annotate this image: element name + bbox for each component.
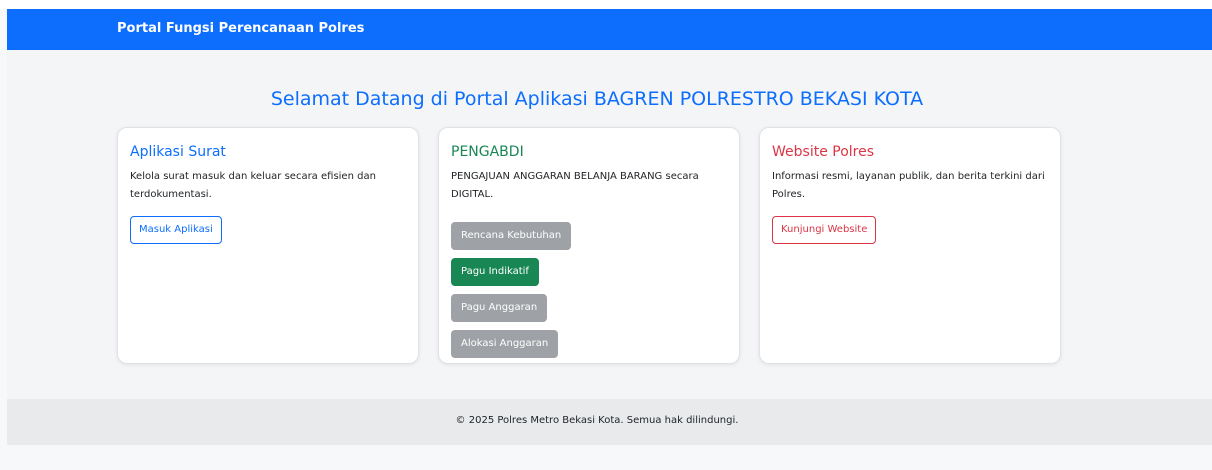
masuk-aplikasi-button[interactable]: Masuk Aplikasi [130,216,222,244]
pagu-indikatif-button[interactable]: Pagu Indikatif [451,258,539,286]
card-pengabdi: PENGABDI PENGAJUAN ANGGARAN BELANJA BARA… [438,127,740,364]
card-aplikasi-surat: Aplikasi Surat Kelola surat masuk dan ke… [117,127,419,364]
alokasi-anggaran-button[interactable]: Alokasi Anggaran [451,330,559,358]
pagu-anggaran-button[interactable]: Pagu Anggaran [451,294,548,322]
card-text: PENGAJUAN ANGGARAN BELANJA BARANG secara… [451,171,699,200]
footer-copyright: © 2025 Polres Metro Bekasi Kota. Semua h… [455,415,739,426]
card-website-polres: Website Polres Informasi resmi, layanan … [759,127,1061,364]
main-content: Selamat Datang di Portal Aplikasi BAGREN… [7,50,1212,399]
page: Portal Fungsi Perencanaan Polres Selamat… [0,0,1212,470]
card-title: PENGABDI [451,144,524,160]
welcome-heading: Selamat Datang di Portal Aplikasi BAGREN… [270,88,924,110]
top-strip [0,0,1212,9]
bottom-spacer [0,445,1212,470]
card-title: Aplikasi Surat [130,144,226,160]
navbar-brand[interactable]: Portal Fungsi Perencanaan Polres [117,21,364,36]
navbar: Portal Fungsi Perencanaan Polres [7,9,1212,50]
rencana-kebutuhan-button[interactable]: Rencana Kebutuhan [451,222,572,250]
card-text: Kelola surat masuk dan keluar secara efi… [130,171,376,200]
footer: © 2025 Polres Metro Bekasi Kota. Semua h… [7,399,1212,445]
card-title: Website Polres [772,144,875,160]
pengabdi-button-group: Rencana Kebutuhan Pagu Indikatif Pagu An… [451,222,727,358]
kunjungi-website-button[interactable]: Kunjungi Website [772,216,877,244]
card-text: Informasi resmi, layanan publik, dan ber… [772,171,1045,200]
